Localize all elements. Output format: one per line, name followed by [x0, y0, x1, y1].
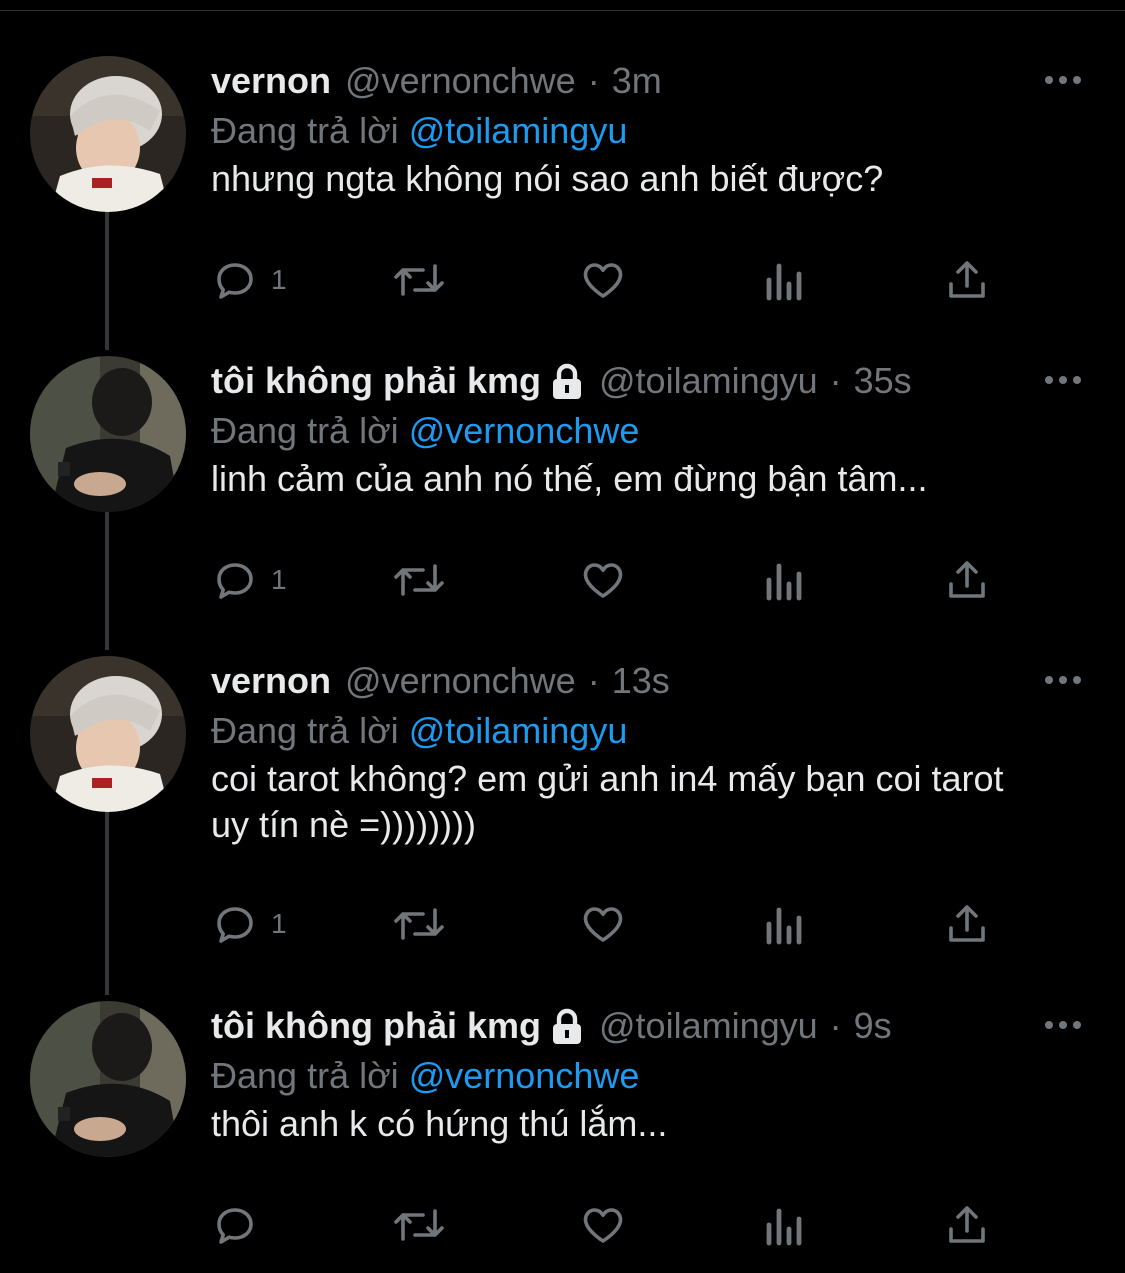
display-name[interactable]: tôi không phải kmg — [211, 1001, 541, 1051]
retweet-button[interactable] — [391, 250, 447, 310]
user-handle[interactable]: @toilamingyu — [599, 1001, 818, 1051]
tweet-header: tôi không phải kmg @toilamingyu · 35s — [211, 356, 912, 406]
separator-dot: · — [829, 360, 842, 401]
reply-icon — [217, 263, 253, 299]
retweet-icon — [394, 908, 444, 940]
reply-icon — [217, 907, 253, 943]
like-button[interactable] — [579, 550, 627, 610]
action-bar — [211, 1195, 1011, 1255]
tweet-text: nhưng ngta không nói sao anh biết được? — [211, 158, 884, 199]
like-icon — [583, 907, 623, 942]
display-name[interactable]: vernon — [211, 56, 331, 106]
tweet-text: coi tarot không? em gửi anh in4 mấy bạn … — [211, 758, 1004, 845]
timestamp[interactable]: 9s — [854, 1001, 892, 1051]
analytics-button[interactable] — [763, 1195, 807, 1255]
thread-connector — [105, 212, 109, 350]
reply-icon — [217, 563, 253, 599]
reply-count: 1 — [271, 908, 287, 939]
reply-count: 1 — [271, 264, 287, 295]
retweet-icon — [394, 1209, 444, 1241]
share-icon — [949, 261, 985, 298]
action-bar: 1 — [211, 550, 1011, 610]
retweet-button[interactable] — [391, 550, 447, 610]
reply-button[interactable]: 1 — [211, 550, 287, 610]
avatar[interactable] — [30, 656, 186, 812]
share-icon — [949, 905, 985, 942]
user-handle[interactable]: @vernonchwe — [345, 56, 576, 106]
tweet-header: tôi không phải kmg @toilamingyu · 9s — [211, 1001, 892, 1051]
display-name[interactable]: vernon — [211, 656, 331, 706]
tweet-text: thôi anh k có hứng thú lắm... — [211, 1103, 668, 1144]
mention-link[interactable]: @toilamingyu — [409, 110, 628, 151]
share-icon — [949, 1206, 985, 1243]
like-icon — [583, 563, 623, 598]
action-bar: 1 — [211, 894, 1011, 954]
tweet-text: linh cảm của anh nó thế, em đừng bận tâm… — [211, 458, 928, 499]
action-bar: 1 — [211, 250, 1011, 310]
more-icon[interactable] — [1043, 670, 1083, 690]
separator-dot: · — [829, 1005, 842, 1046]
separator-dot: · — [587, 60, 600, 101]
analytics-icon — [766, 263, 802, 301]
timestamp[interactable]: 3m — [612, 56, 662, 106]
reply-icon — [217, 1208, 253, 1244]
reply-button[interactable]: 1 — [211, 894, 287, 954]
replying-to-label: Đang trả lời — [211, 110, 399, 151]
like-icon — [583, 1208, 623, 1243]
timestamp[interactable]: 35s — [854, 356, 912, 406]
replying-to: Đang trả lời @vernonchwe — [211, 1051, 639, 1101]
analytics-button[interactable] — [763, 894, 807, 954]
retweet-button[interactable] — [391, 894, 447, 954]
user-handle[interactable]: @vernonchwe — [345, 656, 576, 706]
reply-button[interactable]: 1 — [211, 250, 287, 310]
replying-to-label: Đang trả lời — [211, 1055, 399, 1096]
more-icon[interactable] — [1043, 70, 1083, 90]
retweet-button[interactable] — [391, 1195, 447, 1255]
replying-to: Đang trả lời @toilamingyu — [211, 706, 627, 756]
avatar[interactable] — [30, 356, 186, 512]
more-icon[interactable] — [1043, 1015, 1083, 1035]
replying-to-label: Đang trả lời — [211, 710, 399, 751]
analytics-icon — [766, 1208, 802, 1246]
replying-to: Đang trả lời @vernonchwe — [211, 406, 639, 456]
retweet-icon — [394, 264, 444, 296]
mention-link[interactable]: @vernonchwe — [409, 1055, 640, 1096]
share-button[interactable] — [943, 550, 991, 610]
like-button[interactable] — [579, 894, 627, 954]
thread-connector — [105, 512, 109, 650]
retweet-icon — [394, 564, 444, 596]
mention-link[interactable]: @vernonchwe — [409, 410, 640, 451]
share-button[interactable] — [943, 894, 991, 954]
user-handle[interactable]: @toilamingyu — [599, 356, 818, 406]
avatar[interactable] — [30, 56, 186, 212]
timestamp[interactable]: 13s — [612, 656, 670, 706]
more-icon[interactable] — [1043, 370, 1083, 390]
lock-icon — [549, 1006, 585, 1046]
share-icon — [949, 561, 985, 598]
analytics-button[interactable] — [763, 550, 807, 610]
reply-count: 1 — [271, 564, 287, 595]
reply-button[interactable] — [211, 1195, 271, 1255]
like-button[interactable] — [579, 250, 627, 310]
replying-to-label: Đang trả lời — [211, 410, 399, 451]
replying-to: Đang trả lời @toilamingyu — [211, 106, 627, 156]
share-button[interactable] — [943, 250, 991, 310]
thread-connector — [105, 812, 109, 995]
like-button[interactable] — [579, 1195, 627, 1255]
analytics-icon — [766, 563, 802, 601]
avatar[interactable] — [30, 1001, 186, 1157]
tweet-header: vernon @vernonchwe · 13s — [211, 656, 670, 706]
share-button[interactable] — [943, 1195, 991, 1255]
separator-dot: · — [587, 660, 600, 701]
display-name[interactable]: tôi không phải kmg — [211, 356, 541, 406]
analytics-button[interactable] — [763, 250, 807, 310]
like-icon — [583, 263, 623, 298]
mention-link[interactable]: @toilamingyu — [409, 710, 628, 751]
tweet-header: vernon @vernonchwe · 3m — [211, 56, 662, 106]
reply-thread: vernon @vernonchwe · 3m Đang trả lời @to… — [0, 0, 1125, 1273]
lock-icon — [549, 361, 585, 401]
analytics-icon — [766, 907, 802, 945]
